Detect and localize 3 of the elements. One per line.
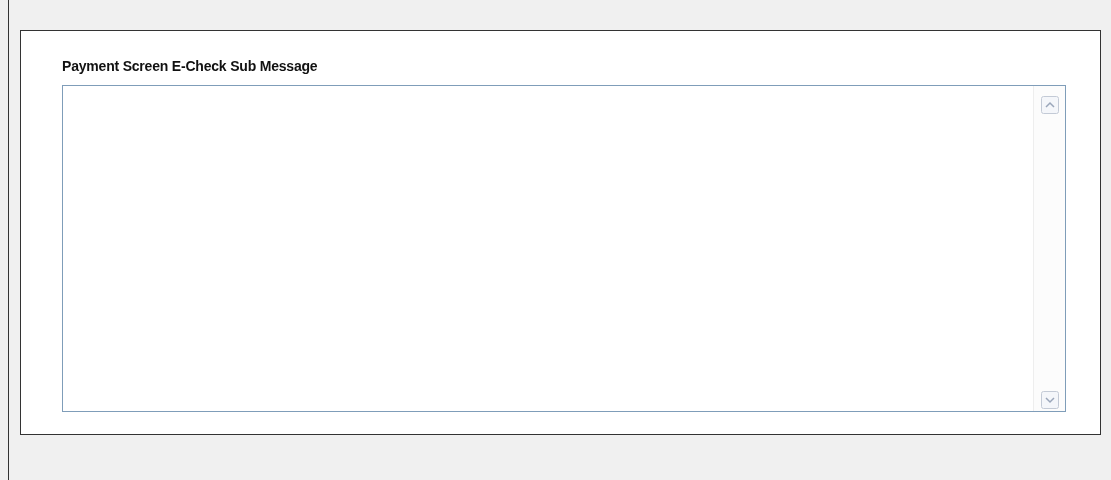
scroll-up-button[interactable] bbox=[1040, 96, 1059, 114]
scroll-down-button[interactable] bbox=[1040, 391, 1059, 409]
field-label: Payment Screen E-Check Sub Message bbox=[62, 58, 319, 75]
